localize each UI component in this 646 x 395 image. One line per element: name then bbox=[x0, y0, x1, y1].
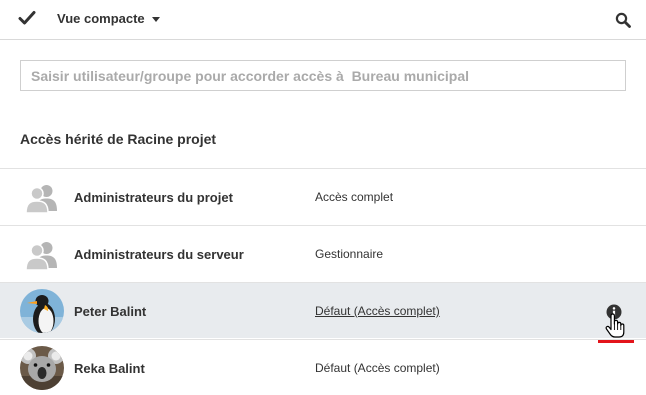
access-level: Gestionnaire bbox=[315, 247, 384, 261]
compact-view-label: Vue compacte bbox=[57, 11, 145, 26]
caret-down-icon bbox=[151, 16, 160, 22]
access-level: Défaut (Accès complet) bbox=[315, 361, 440, 375]
koala-avatar bbox=[20, 346, 64, 390]
access-level-link[interactable]: Défaut (Accès complet) bbox=[315, 304, 440, 318]
principal-name: Administrateurs du serveur bbox=[74, 247, 244, 262]
checkmark-icon[interactable] bbox=[18, 9, 36, 27]
access-row: Reka Balint Défaut (Accès complet) bbox=[0, 339, 646, 395]
annotation-underline bbox=[598, 340, 634, 343]
access-row-selected[interactable]: Peter Balint Défaut (Accès complet) bbox=[0, 282, 646, 338]
hand-cursor-icon bbox=[605, 313, 625, 338]
grant-access-input[interactable] bbox=[20, 60, 626, 91]
principal-name: Administrateurs du projet bbox=[74, 190, 233, 205]
access-row: Administrateurs du projet Accès complet bbox=[0, 168, 646, 224]
compact-view-dropdown[interactable]: Vue compacte bbox=[57, 11, 160, 26]
principal-name: Reka Balint bbox=[74, 361, 145, 376]
group-icon bbox=[25, 185, 57, 214]
group-icon bbox=[25, 242, 57, 271]
search-icon[interactable] bbox=[615, 12, 631, 28]
access-row: Administrateurs du serveur Gestionnaire bbox=[0, 225, 646, 281]
inherited-access-heading: Accès hérité de Racine projet bbox=[20, 131, 217, 147]
access-level: Accès complet bbox=[315, 190, 394, 204]
principal-name: Peter Balint bbox=[74, 304, 147, 319]
penguin-avatar bbox=[20, 289, 64, 333]
toolbar: Vue compacte bbox=[0, 0, 646, 40]
